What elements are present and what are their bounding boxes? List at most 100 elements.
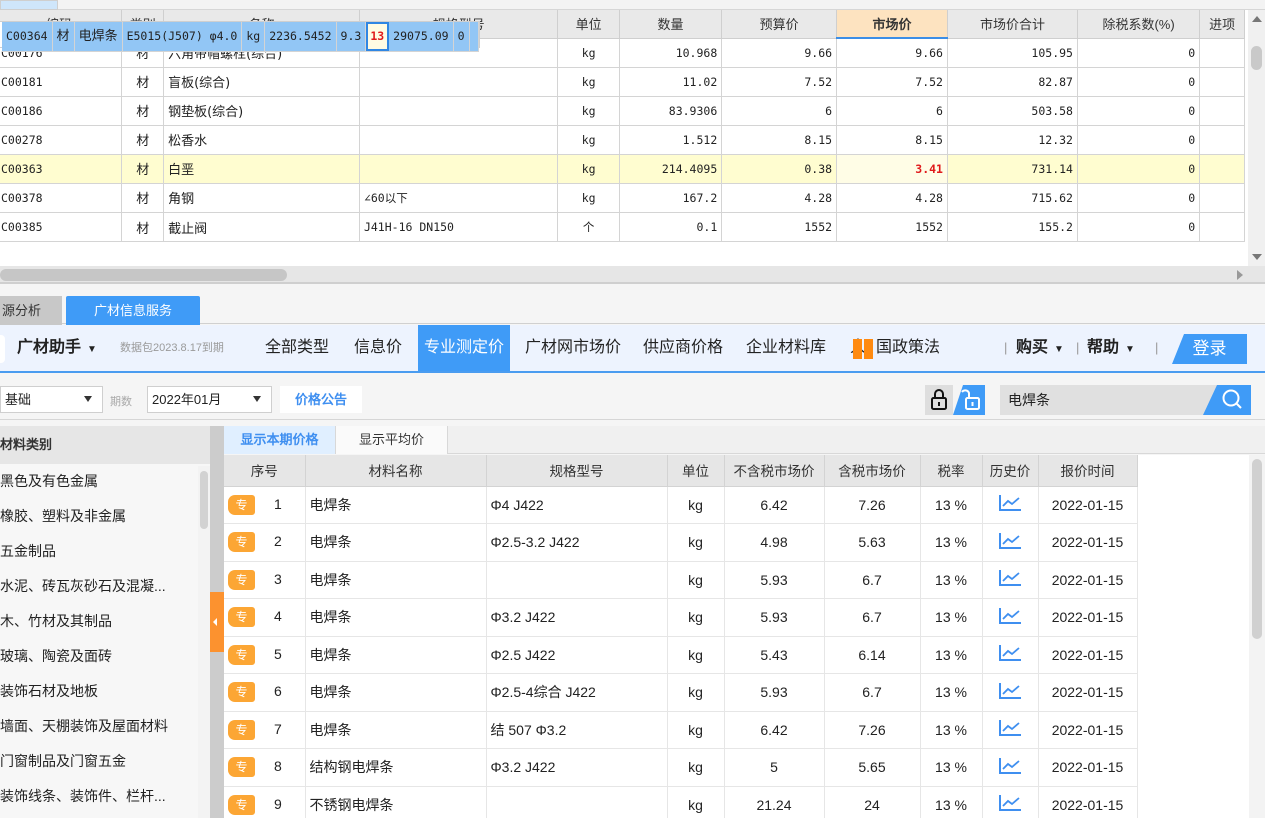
cell-type[interactable]: 材 (121, 125, 165, 155)
cell-with-tax-price[interactable]: 5.65 (824, 748, 921, 787)
period-select[interactable]: 2022年01月 (147, 386, 272, 413)
cell-type[interactable]: 材 (121, 154, 165, 184)
col-seq[interactable]: 序号 (224, 455, 306, 487)
cell-with-tax-price[interactable]: 24 (824, 786, 921, 818)
cell-type[interactable]: 材 (52, 22, 75, 52)
cell-market-price[interactable]: 1552 (836, 212, 948, 242)
cell-unit[interactable]: kg (667, 636, 725, 674)
cell-material-name[interactable]: 结构钢电焊条 (305, 748, 487, 787)
line-chart-icon[interactable] (997, 569, 1023, 590)
tab-material-info-service[interactable]: 广材信息服务 (66, 296, 200, 325)
cell-with-tax-price[interactable]: 6.7 (824, 598, 921, 637)
cell-name[interactable]: 白垩 (163, 154, 360, 184)
cell-quote-date[interactable]: 2022-01-15 (1038, 561, 1138, 599)
material-row[interactable]: C00378 材角钢 ∠60以下 kg 167.2 4.28 4.28 715.62 0 (0, 183, 1245, 213)
col-material-name[interactable]: 材料名称 (305, 455, 487, 487)
cell-with-tax-price[interactable]: 6.14 (824, 636, 921, 674)
cell-tax-rate[interactable]: 13 % (920, 486, 983, 524)
cell-unit[interactable]: kg (241, 22, 266, 52)
nav-gc-market-price[interactable]: 广材网市场价 (525, 325, 621, 371)
cell-history-price[interactable] (982, 486, 1039, 524)
line-chart-icon[interactable] (997, 757, 1023, 778)
col-market-total[interactable]: 市场价合计 (947, 10, 1078, 39)
cell-code[interactable]: C00278 (0, 125, 123, 155)
cell-tax-coef[interactable]: 0 (1077, 125, 1201, 155)
cell-with-tax-price[interactable]: 5.63 (824, 523, 921, 562)
cell-qty[interactable]: 167.2 (619, 183, 723, 213)
col-market-price[interactable]: 市场价 (836, 10, 948, 39)
scroll-right-arrow-icon[interactable] (1237, 270, 1243, 280)
cell-tax-rate[interactable]: 13 % (920, 561, 983, 599)
cell-budget[interactable]: 0.38 (721, 154, 838, 184)
col-input-tax[interactable]: 进项 (1199, 10, 1245, 39)
col-unit[interactable]: 单位 (557, 10, 620, 39)
cell-spec[interactable] (359, 154, 559, 184)
material-row[interactable]: C00181 材盲板(综合) kg 11.02 7.52 7.52 82.87 0 (0, 67, 1245, 97)
cell-material-name[interactable]: 电焊条 (305, 673, 487, 712)
cell-spec[interactable] (486, 561, 668, 599)
col-budget[interactable]: 预算价 (721, 10, 838, 39)
scroll-thumb[interactable] (1252, 459, 1262, 639)
line-chart-icon[interactable] (997, 494, 1023, 515)
scroll-thumb[interactable] (200, 471, 208, 529)
cell-unit[interactable]: kg (557, 67, 620, 97)
cell-spec[interactable] (359, 96, 559, 126)
category-item[interactable]: 装饰石材及地板 (0, 674, 200, 709)
col-history-price[interactable]: 历史价 (982, 455, 1039, 487)
tab-source-analysis[interactable]: 源分析 (0, 296, 62, 325)
cell-pre-tax-price[interactable]: 6.42 (724, 711, 825, 749)
cell-code[interactable]: C00181 (0, 67, 123, 97)
cell-tax-coef[interactable]: 0 (1077, 154, 1201, 184)
cell-spec[interactable]: Φ4 J422 (486, 486, 668, 524)
cell-spec[interactable]: ∠60以下 (359, 183, 559, 213)
cell-qty[interactable]: 0.1 (619, 212, 723, 242)
cell-tax-coef[interactable]: 0 (453, 22, 470, 52)
cell-with-tax-price[interactable]: 6.7 (824, 561, 921, 599)
cell-name[interactable]: 钢垫板(综合) (163, 96, 360, 126)
cell-code[interactable]: C00385 (0, 212, 123, 242)
cell-history-price[interactable] (982, 636, 1039, 674)
cell-budget[interactable]: 9.66 (721, 38, 838, 68)
material-row[interactable]: C00385 材截止阀 J41H-16 DN150 个 0.1 1552 1552 155.2… (0, 212, 1245, 242)
cell-tax-coef[interactable]: 0 (1077, 96, 1201, 126)
category-select[interactable]: 基础 (0, 386, 103, 413)
cell-budget[interactable]: 7.52 (721, 67, 838, 97)
price-row[interactable]: 专 2 电焊条 Φ2.5-3.2 J422 kg 4.98 5.63 13 % 2022-01-… (224, 523, 1249, 562)
col-quote-date[interactable]: 报价时间 (1038, 455, 1138, 487)
cell-history-price[interactable] (982, 711, 1039, 749)
cell-market-total[interactable]: 715.62 (947, 183, 1078, 213)
cell-market-total[interactable]: 29075.09 (388, 22, 454, 52)
cell-spec[interactable] (486, 786, 668, 818)
cell-type[interactable]: 材 (121, 96, 165, 126)
buy-menu[interactable]: 购买 ▼ (1016, 325, 1064, 371)
cell-market-price[interactable]: 13 (365, 22, 390, 52)
material-row[interactable]: C00278 材松香水 kg 1.512 8.15 8.15 12.32 0 (0, 125, 1245, 155)
cell-tax-rate[interactable]: 13 % (920, 673, 983, 712)
cell-budget[interactable]: 4.28 (721, 183, 838, 213)
cell-material-name[interactable]: 电焊条 (305, 598, 487, 637)
cell-pre-tax-price[interactable]: 5 (724, 748, 825, 787)
cell-tax-coef[interactable]: 0 (1077, 212, 1201, 242)
cell-code[interactable]: C00378 (0, 183, 123, 213)
unlock-icon[interactable] (953, 385, 985, 415)
cell-material-name[interactable]: 电焊条 (305, 486, 487, 524)
cell-unit[interactable]: kg (667, 748, 725, 787)
cell-unit[interactable]: kg (667, 598, 725, 637)
cell-spec[interactable]: 结 507 Φ3.2 (486, 711, 668, 749)
category-item[interactable]: 木、竹材及其制品 (0, 604, 200, 639)
category-item[interactable]: 玻璃、陶瓷及面砖 (0, 639, 200, 674)
cell-pre-tax-price[interactable]: 6.42 (724, 486, 825, 524)
cell-market-price[interactable]: 3.41 (836, 154, 948, 184)
category-item[interactable]: 装饰线条、装饰件、栏杆... (0, 779, 200, 814)
cell-with-tax-price[interactable]: 7.26 (824, 711, 921, 749)
cell-unit[interactable]: kg (557, 96, 620, 126)
cell-unit[interactable]: kg (557, 125, 620, 155)
nav-professional-price[interactable]: 专业测定价 (418, 325, 511, 371)
cell-spec[interactable]: Φ2.5-3.2 J422 (486, 523, 668, 562)
cell-pre-tax-price[interactable]: 5.43 (724, 636, 825, 674)
col-pre-tax-price[interactable]: 不含税市场价 (724, 455, 825, 487)
cell-code[interactable]: C00186 (0, 96, 123, 126)
cell-qty[interactable]: 83.9306 (619, 96, 723, 126)
cell-name[interactable]: 盲板(综合) (163, 67, 360, 97)
cell-quote-date[interactable]: 2022-01-15 (1038, 786, 1138, 818)
